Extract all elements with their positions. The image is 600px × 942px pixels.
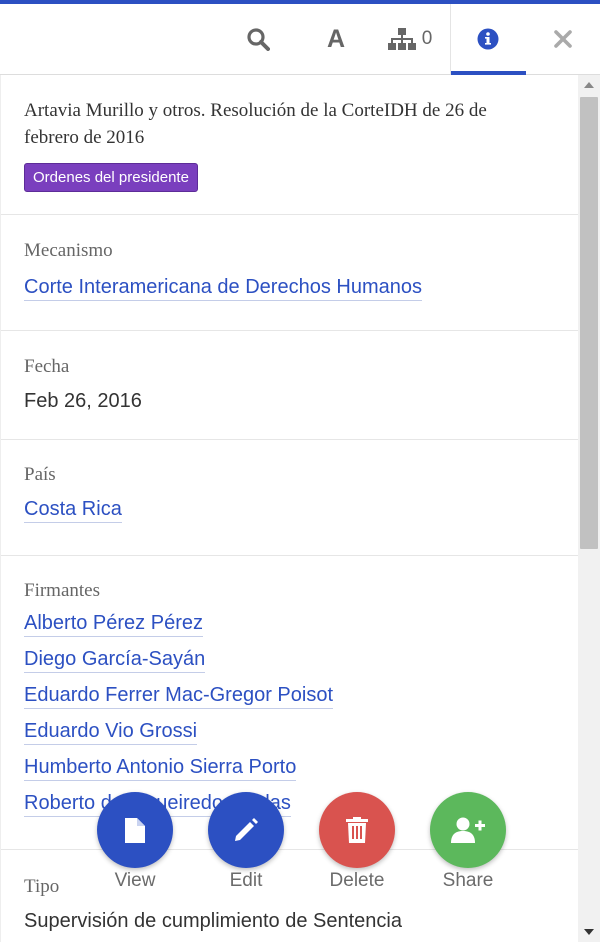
pais-link[interactable]: Costa Rica — [24, 496, 122, 523]
search-button[interactable] — [232, 4, 284, 74]
signer-link[interactable]: Humberto Antonio Sierra Porto — [24, 754, 297, 781]
fecha-value: Feb 26, 2016 — [24, 390, 142, 412]
pais-label: País — [24, 464, 56, 485]
info-icon — [477, 28, 499, 50]
view-action: View — [97, 792, 173, 892]
scrollbar[interactable] — [578, 75, 600, 942]
sitemap-icon — [387, 28, 416, 50]
close-button[interactable] — [540, 4, 586, 74]
toolbar: A 0 — [0, 4, 600, 75]
signer-link[interactable]: Eduardo Vio Grossi — [24, 718, 198, 745]
pais-section: País Costa Rica — [1, 440, 578, 556]
delete-button[interactable] — [319, 792, 395, 868]
trash-icon — [346, 817, 368, 843]
share-button[interactable] — [430, 792, 506, 868]
signer-link[interactable]: Alberto Pérez Pérez — [24, 610, 203, 637]
signer-link[interactable]: Diego García-Sayán — [24, 646, 206, 673]
font-size-button[interactable]: A — [312, 4, 360, 74]
document-title: Artavia Murillo y otros. Resolución de l… — [24, 100, 487, 148]
close-icon — [554, 30, 572, 48]
user-plus-icon — [451, 817, 485, 843]
share-action: Share — [430, 792, 506, 892]
tipo-value: Supervisión de cumplimiento de Sentencia — [24, 910, 402, 932]
document-type-badge: Ordenes del presidente — [24, 163, 198, 192]
edit-label: Edit — [229, 870, 263, 891]
delete-label: Delete — [329, 870, 385, 891]
scroll-down-arrow[interactable] — [584, 929, 594, 935]
mecanismo-label: Mecanismo — [24, 240, 113, 261]
firmantes-label: Firmantes — [24, 580, 100, 601]
document-header: Artavia Murillo y otros. Resolución de l… — [1, 75, 578, 215]
view-label: View — [114, 870, 156, 891]
font-icon: A — [326, 24, 346, 53]
mecanismo-link[interactable]: Corte Interamericana de Derechos Humanos — [24, 274, 422, 301]
connections-button[interactable]: 0 — [380, 4, 440, 74]
share-label: Share — [442, 870, 494, 891]
edit-action: Edit — [208, 792, 284, 892]
fecha-label: Fecha — [24, 356, 70, 377]
delete-action: Delete — [319, 792, 395, 892]
scrollbar-thumb[interactable] — [580, 97, 598, 549]
view-button[interactable] — [97, 792, 173, 868]
signers-list: Alberto Pérez Pérez Diego García-Sayán E… — [24, 610, 555, 817]
mecanismo-section: Mecanismo Corte Interamericana de Derech… — [1, 215, 578, 331]
info-tab[interactable] — [450, 4, 526, 75]
pencil-icon — [235, 818, 258, 841]
search-icon — [247, 28, 270, 51]
connections-count: 0 — [421, 28, 433, 49]
fecha-section: Fecha Feb 26, 2016 — [1, 331, 578, 440]
scroll-up-arrow[interactable] — [584, 82, 594, 88]
edit-button[interactable] — [208, 792, 284, 868]
signer-link[interactable]: Eduardo Ferrer Mac-Gregor Poisot — [24, 682, 334, 709]
file-icon — [125, 817, 145, 843]
